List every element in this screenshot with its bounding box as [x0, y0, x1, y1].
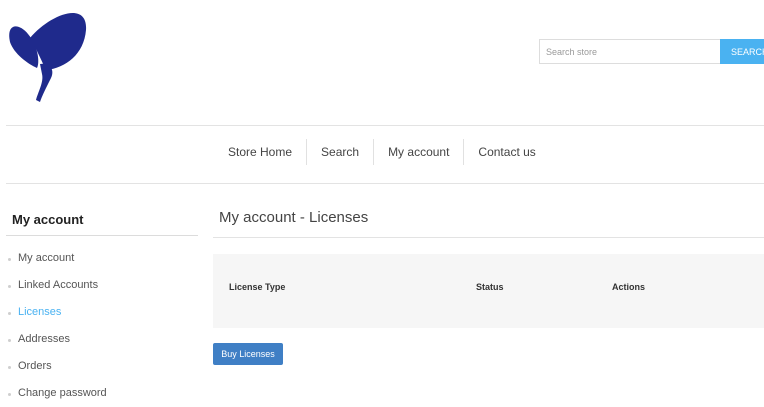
header-divider: [6, 125, 764, 126]
nav-divider: [6, 183, 764, 184]
nav-search[interactable]: Search: [307, 138, 373, 166]
nav-store-home[interactable]: Store Home: [214, 138, 306, 166]
sidebar-item-change-password[interactable]: Change password: [6, 380, 198, 407]
search-button[interactable]: SEARCH: [720, 39, 764, 64]
title-divider: [213, 237, 764, 238]
buy-licenses-button[interactable]: Buy Licenses: [213, 343, 283, 365]
column-header-actions: Actions: [612, 282, 646, 292]
sidebar-item-addresses[interactable]: Addresses: [6, 326, 198, 353]
sidebar-item-my-account[interactable]: My account: [6, 245, 198, 272]
licenses-table: License Type Status Actions: [213, 254, 764, 328]
butterfly-logo-icon: [9, 12, 87, 102]
top-navigation: Store Home Search My account Contact us: [214, 138, 550, 166]
store-logo[interactable]: [4, 2, 88, 104]
page-title: My account - Licenses: [219, 209, 369, 226]
column-header-license-type: License Type: [229, 282, 286, 292]
nav-my-account[interactable]: My account: [374, 138, 463, 166]
nav-contact-us[interactable]: Contact us: [464, 138, 549, 166]
sidebar-title: My account: [12, 212, 84, 227]
sidebar-menu: My account Linked Accounts Licenses Addr…: [6, 245, 198, 407]
sidebar-header: My account: [6, 205, 198, 236]
column-header-status: Status: [476, 282, 504, 292]
sidebar-item-licenses[interactable]: Licenses: [6, 299, 198, 326]
search-input[interactable]: [539, 39, 720, 64]
search-bar: SEARCH: [539, 39, 764, 64]
sidebar-item-orders[interactable]: Orders: [6, 353, 198, 380]
sidebar-title-divider: [6, 235, 198, 236]
sidebar-item-linked-accounts[interactable]: Linked Accounts: [6, 272, 198, 299]
